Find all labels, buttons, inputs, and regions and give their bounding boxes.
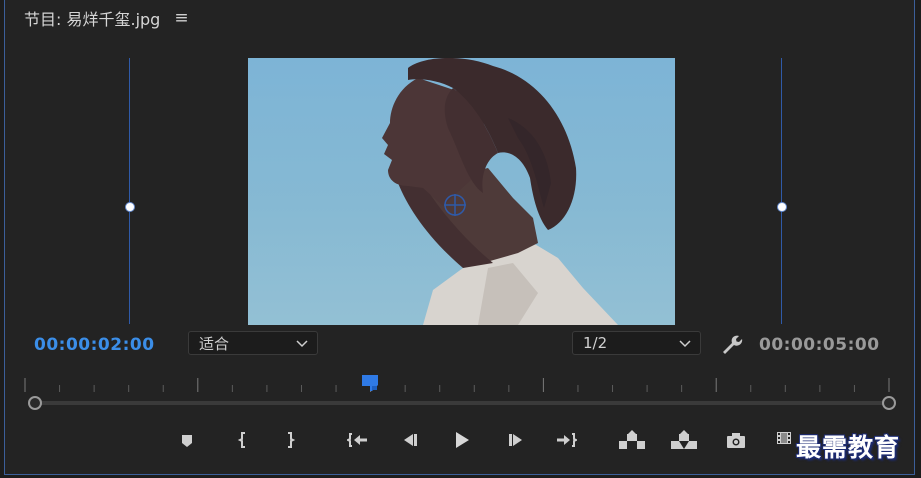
video-preview[interactable] [248, 58, 675, 325]
chevron-down-icon [296, 340, 308, 348]
chevron-down-icon [679, 340, 691, 348]
mark-out-icon [288, 432, 296, 448]
mark-in-button[interactable] [229, 424, 257, 456]
portrait-image [382, 58, 618, 325]
zoom-select-value: 适合 [199, 334, 230, 353]
go-to-in-icon [347, 433, 367, 447]
duration-timecode: 00:00:05:00 [759, 335, 880, 355]
scrollbar-handle-right[interactable] [882, 396, 896, 410]
guide-handle-right[interactable] [777, 202, 787, 212]
resolution-select[interactable]: 1/2 [572, 331, 701, 355]
lift-icon [619, 430, 645, 449]
guide-line-left [129, 58, 130, 324]
hamburger-icon[interactable]: ≡ [174, 8, 188, 28]
go-to-in-button[interactable] [344, 424, 372, 456]
step-forward-icon [509, 434, 522, 446]
camera-icon [727, 433, 745, 448]
resolution-select-value: 1/2 [583, 334, 608, 352]
time-ruler[interactable] [24, 372, 890, 394]
scrollbar-handle-left[interactable] [28, 396, 42, 410]
guide-line-right [781, 58, 782, 324]
panel-header: 节目: 易烊千玺.jpg ≡ [24, 6, 189, 30]
extract-button[interactable] [668, 424, 700, 456]
mark-out-button[interactable] [276, 424, 304, 456]
go-to-out-icon [557, 433, 577, 447]
scrollbar-track [34, 401, 886, 405]
add-marker-button[interactable] [173, 424, 201, 456]
guide-handle-left[interactable] [125, 202, 135, 212]
current-timecode[interactable]: 00:00:02:00 [34, 335, 155, 355]
extract-icon [671, 430, 697, 449]
panel-title[interactable]: 节目: 易烊千玺.jpg [24, 6, 160, 30]
mark-in-icon [237, 432, 245, 448]
film-icon [777, 432, 791, 444]
marker-icon [182, 435, 192, 447]
play-icon [456, 432, 469, 448]
transport-controls [0, 424, 921, 456]
zoom-scrollbar[interactable] [28, 396, 896, 410]
zoom-select[interactable]: 适合 [188, 331, 318, 355]
step-back-button[interactable] [396, 424, 424, 456]
lift-button[interactable] [616, 424, 648, 456]
wrench-icon[interactable] [719, 332, 743, 356]
watermark-text: 最需教育 [796, 433, 901, 462]
step-back-icon [404, 434, 417, 446]
export-frame-button[interactable] [722, 424, 750, 456]
go-to-out-button[interactable] [552, 424, 580, 456]
play-button[interactable] [448, 424, 476, 456]
anchor-crosshair-icon[interactable] [444, 194, 466, 216]
playhead-icon[interactable] [361, 374, 381, 394]
step-forward-button[interactable] [502, 424, 530, 456]
